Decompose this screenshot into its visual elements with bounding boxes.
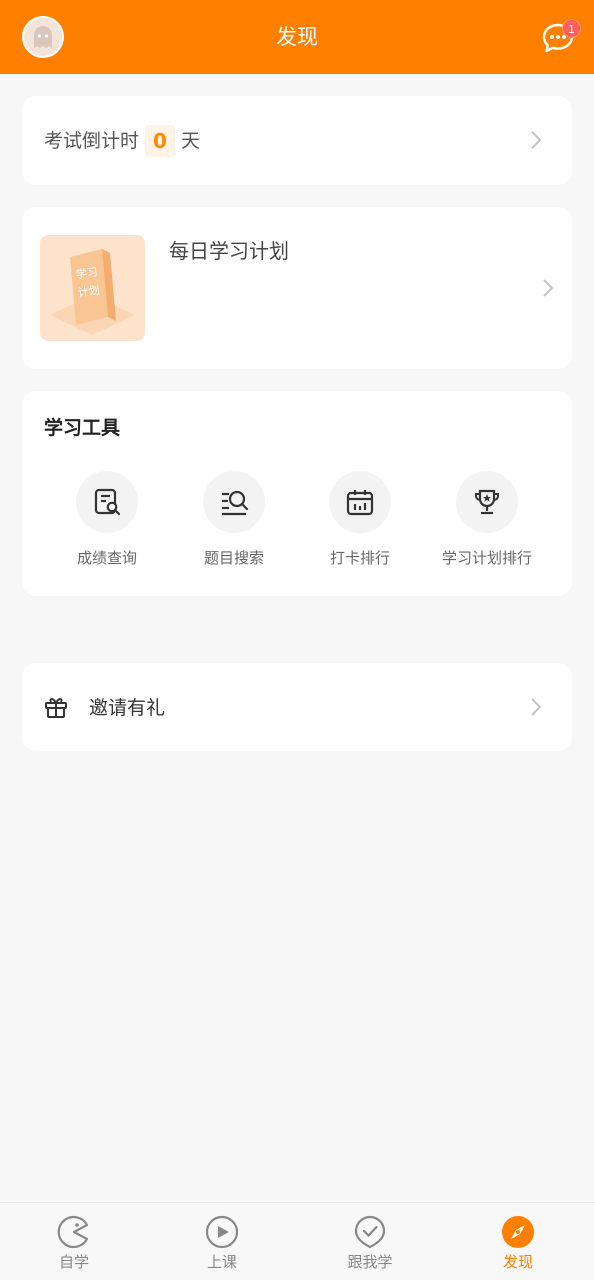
daily-plan-title: 每日学习计划 — [169, 239, 289, 263]
score-query-icon — [94, 488, 121, 516]
section-title: 学习工具 — [44, 417, 121, 439]
invite-label: 邀请有礼 — [89, 697, 166, 719]
countdown-label: 考试倒计时 — [44, 130, 140, 152]
tool-checkin-ranking[interactable]: 打卡排行 — [295, 471, 425, 571]
check-badge-icon — [354, 1215, 386, 1249]
tool-label: 打卡排行 — [329, 549, 390, 567]
study-tools-card: 学习工具 成绩查询 题目搜索 打卡排行 学习计划排行 — [22, 391, 572, 596]
top-bar: 发现 1 — [0, 0, 594, 74]
chevron-right-icon — [543, 279, 554, 297]
tab-label: 跟我学 — [347, 1253, 393, 1271]
tool-label: 学习计划排行 — [441, 549, 532, 567]
message-count-badge: 1 — [562, 19, 581, 38]
tool-label: 成绩查询 — [76, 549, 137, 567]
page-title: 发现 — [276, 25, 318, 49]
tab-label: 上课 — [206, 1253, 237, 1271]
tab-discover[interactable]: 发现 — [444, 1203, 592, 1280]
tab-classes[interactable]: 上课 — [148, 1203, 296, 1280]
question-search-icon — [222, 490, 249, 516]
countdown-unit: 天 — [181, 130, 201, 152]
checkin-calendar-icon — [346, 490, 374, 516]
chevron-right-icon — [531, 698, 542, 716]
exam-countdown-card[interactable]: 考试倒计时 0 天 — [22, 96, 572, 185]
tool-plan-ranking[interactable]: 学习计划排行 — [422, 471, 552, 571]
trophy-icon — [475, 489, 499, 515]
compass-icon — [502, 1216, 534, 1248]
chevron-right-icon — [531, 131, 542, 149]
invite-card[interactable]: 邀请有礼 — [22, 663, 572, 751]
plan-cover-image: 学习 计划 — [40, 235, 145, 341]
bottom-nav: 自学 上课 跟我学 发现 — [0, 1202, 594, 1280]
daily-plan-card[interactable]: 学习 计划 每日学习计划 — [22, 207, 572, 369]
countdown-days: 0 — [145, 125, 175, 157]
tool-score-query[interactable]: 成绩查询 — [42, 471, 172, 571]
play-icon — [205, 1215, 239, 1249]
tab-label: 自学 — [58, 1253, 89, 1271]
tab-self-study[interactable]: 自学 — [0, 1203, 148, 1280]
tool-question-search[interactable]: 题目搜索 — [169, 471, 299, 571]
tab-label: 发现 — [502, 1253, 533, 1271]
self-study-icon — [57, 1215, 89, 1249]
gift-icon — [45, 698, 67, 718]
tab-follow-me[interactable]: 跟我学 — [296, 1203, 444, 1280]
tool-label: 题目搜索 — [203, 549, 264, 567]
